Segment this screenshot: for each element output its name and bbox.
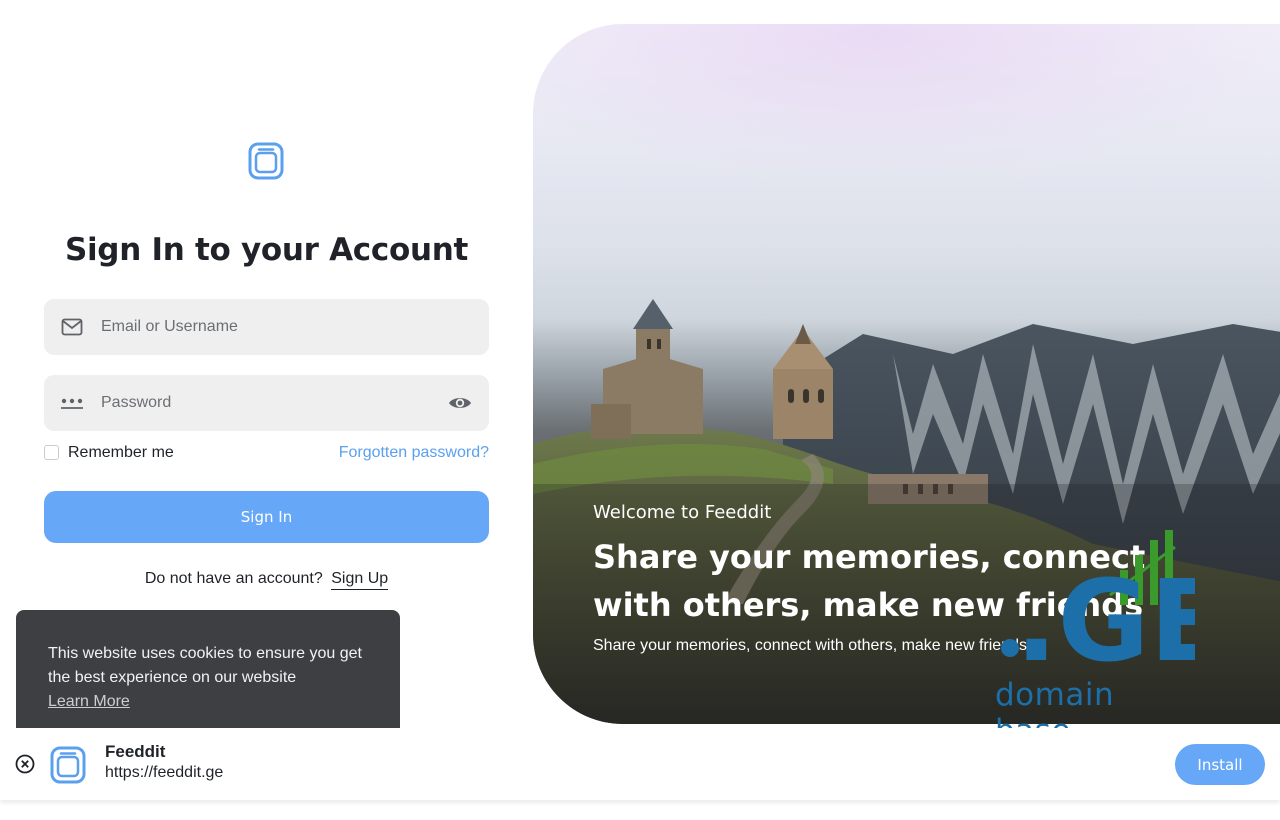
- sign-up-link[interactable]: Sign Up: [331, 570, 389, 590]
- install-bar: Feeddit https://feeddit.ge Install: [0, 728, 1280, 800]
- password-field[interactable]: [44, 375, 489, 431]
- page-title: Sign In to your Account: [64, 232, 469, 268]
- eye-icon[interactable]: [447, 390, 473, 416]
- password-input[interactable]: [101, 394, 447, 412]
- app-url: https://feeddit.ge: [105, 764, 224, 781]
- password-dots-icon: [60, 391, 84, 415]
- close-circle-icon[interactable]: [15, 754, 35, 774]
- hero-panel: Welcome to Feeddit Share your memories, …: [533, 24, 1280, 724]
- app-name: Feeddit: [105, 742, 166, 761]
- hero-text: Welcome to Feeddit Share your memories, …: [593, 502, 1173, 655]
- mail-icon: [60, 315, 84, 339]
- app-logo: [248, 142, 284, 180]
- hero-headline: Share your memories, connect with others…: [593, 538, 1146, 624]
- cookie-message: This website uses cookies to ensure you …: [48, 645, 362, 686]
- install-button[interactable]: Install: [1175, 744, 1265, 785]
- email-input[interactable]: [101, 318, 473, 336]
- sign-in-button[interactable]: Sign In: [44, 491, 489, 543]
- signup-prompt: Do not have an account?: [144, 570, 323, 587]
- remember-me[interactable]: Remember me: [44, 443, 174, 461]
- remember-label: Remember me: [68, 444, 174, 461]
- app-logo-icon: [248, 142, 284, 180]
- app-logo-icon: [50, 746, 86, 784]
- cookie-banner: This website uses cookies to ensure you …: [16, 610, 400, 728]
- hero-welcome: Welcome to Feeddit: [593, 502, 772, 523]
- email-field[interactable]: [44, 299, 489, 355]
- learn-more-link[interactable]: Learn More: [48, 693, 130, 711]
- forgot-password-link[interactable]: Forgotten password?: [339, 444, 489, 462]
- remember-checkbox[interactable]: [44, 444, 59, 460]
- hero-subtitle: Share your memories, connect with others…: [593, 637, 1027, 654]
- signup-line: Do not have an account? Sign Up: [44, 570, 489, 590]
